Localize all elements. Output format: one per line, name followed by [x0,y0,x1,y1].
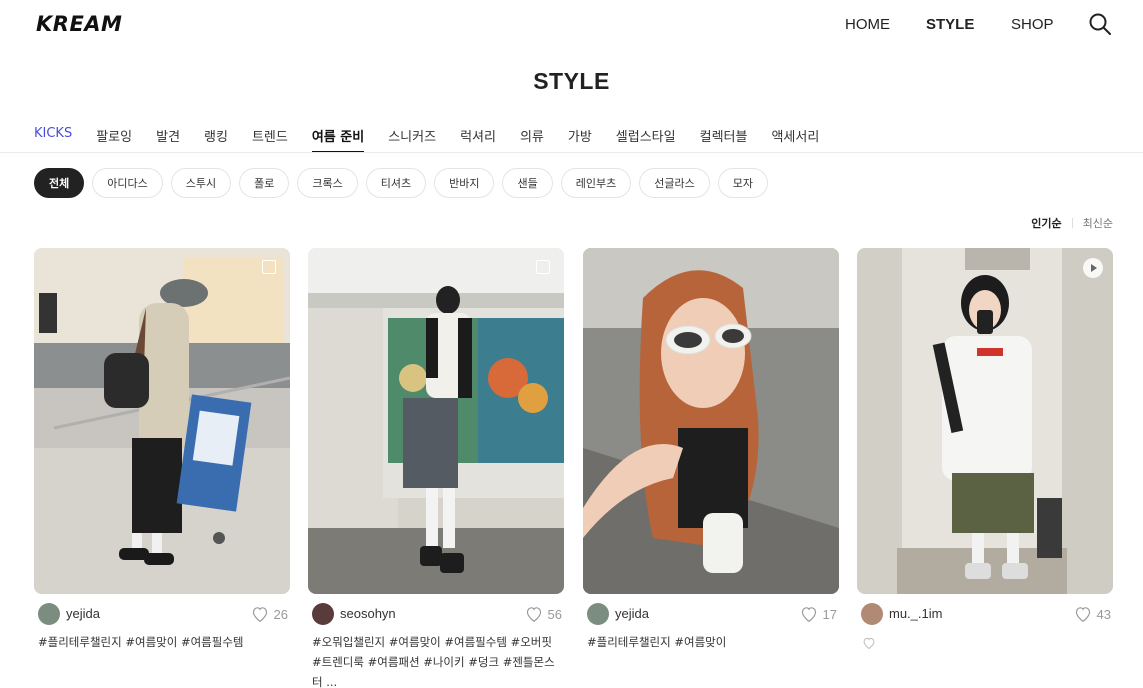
nav-style[interactable]: STYLE [926,16,974,33]
sort-latest[interactable]: 최신순 [1083,215,1113,231]
chip-adidas[interactable]: 아디다스 [92,168,163,198]
style-post-card[interactable]: yejida 17 #플리테루챌린지 #여름맞이 [583,248,839,649]
chip-sunglasses[interactable]: 선글라스 [639,168,710,198]
like-count: 56 [547,606,562,622]
post-hashtags[interactable]: #플리테루챌린지 #여름맞이 [587,632,839,652]
page-title: STYLE [533,68,610,94]
chip-hats[interactable]: 모자 [717,168,768,198]
username[interactable]: seosohyn [340,606,396,621]
tab-discover[interactable]: 발견 [156,126,180,153]
heart-icon [801,607,816,622]
post-meta: yejida 26 [34,602,290,626]
style-post-card[interactable]: yejida 26 #플리테루챌린지 #여름맞이 #여름필수템 [34,248,290,649]
tab-celeb-style[interactable]: 셀럽스타일 [616,126,676,153]
avatar[interactable] [38,603,60,625]
small-heart-icon[interactable] [862,636,876,654]
post-photo[interactable] [583,248,839,594]
sort-popular[interactable]: 인기순 [1031,215,1061,231]
chip-tshirt[interactable]: 티셔츠 [365,168,427,198]
tab-bags[interactable]: 가방 [568,126,592,153]
avatar[interactable] [312,603,334,625]
tab-following[interactable]: 팔로잉 [96,126,132,153]
sort-divider [1071,218,1073,228]
style-post-card[interactable]: seosohyn 56 #오뭐입챌린지 #여름맞이 #여름필수템 #오버핏 #트… [308,248,564,688]
tab-kicks[interactable]: KICKS [34,126,72,153]
heart-icon [1075,607,1090,622]
like-count: 17 [822,606,837,622]
like-button[interactable]: 17 [800,606,837,622]
heart-icon [252,607,267,622]
search-icon[interactable] [1088,12,1112,36]
tab-ranking[interactable]: 랭킹 [204,126,228,153]
tab-accessories[interactable]: 액세서리 [771,126,819,153]
avatar[interactable] [861,603,883,625]
tab-divider [0,152,1143,153]
multi-photo-icon [536,260,550,274]
top-navigation: KREAM HOME STYLE SHOP [0,0,1143,50]
post-photo[interactable] [34,248,290,594]
tab-trend[interactable]: 트렌드 [252,126,288,153]
username[interactable]: mu._.1im [889,606,942,621]
nav-home[interactable]: HOME [845,16,890,33]
style-post-card[interactable]: mu._.1im 43 [857,248,1113,650]
play-icon [1083,258,1103,278]
like-button[interactable]: 26 [251,606,288,622]
chip-sandals[interactable]: 샌들 [502,168,553,198]
tab-luxury[interactable]: 럭셔리 [460,126,496,153]
filter-chips: 전체 아디다스 스투시 폴로 크록스 티셔츠 반바지 샌들 레인부츠 선글라스 … [34,168,776,198]
chip-crocs[interactable]: 크록스 [297,168,358,198]
chip-shorts[interactable]: 반바지 [434,168,495,198]
chip-polo[interactable]: 폴로 [239,168,290,198]
chip-all[interactable]: 전체 [34,168,85,198]
post-hashtags[interactable]: #오뭐입챌린지 #여름맞이 #여름필수템 #오버핏 #트렌디룩 #여름패션 #나… [312,632,564,688]
username[interactable]: yejida [66,606,100,621]
like-button[interactable]: 56 [525,606,562,622]
chip-rain-boots[interactable]: 레인부츠 [560,168,632,198]
chip-stussy[interactable]: 스투시 [170,168,232,198]
nav-shop[interactable]: SHOP [1011,16,1054,33]
post-photo[interactable] [308,248,564,594]
like-button[interactable]: 43 [1074,606,1111,622]
kream-logo[interactable]: KREAM [36,12,122,36]
category-tabs: KICKS 팔로잉 발견 랭킹 트렌드 여름 준비 스니커즈 럭셔리 의류 가방… [34,126,843,153]
avatar[interactable] [587,603,609,625]
tab-sneakers[interactable]: 스니커즈 [388,126,436,153]
post-meta: seosohyn 56 [308,602,564,626]
like-count: 43 [1096,606,1111,622]
post-hashtags[interactable]: #플리테루챌린지 #여름맞이 #여름필수템 [38,632,290,652]
sort-options: 인기순 최신순 [1031,215,1113,231]
post-meta: yejida 17 [583,602,839,626]
multi-photo-icon [262,260,276,274]
heart-icon [526,607,541,622]
username[interactable]: yejida [615,606,649,621]
post-photo[interactable] [857,248,1113,594]
post-meta: mu._.1im 43 [857,602,1113,626]
like-count: 26 [273,606,288,622]
tab-clothing[interactable]: 의류 [520,126,544,153]
tab-collectible[interactable]: 컬렉터블 [700,126,748,153]
tab-summer-ready[interactable]: 여름 준비 [311,126,365,153]
